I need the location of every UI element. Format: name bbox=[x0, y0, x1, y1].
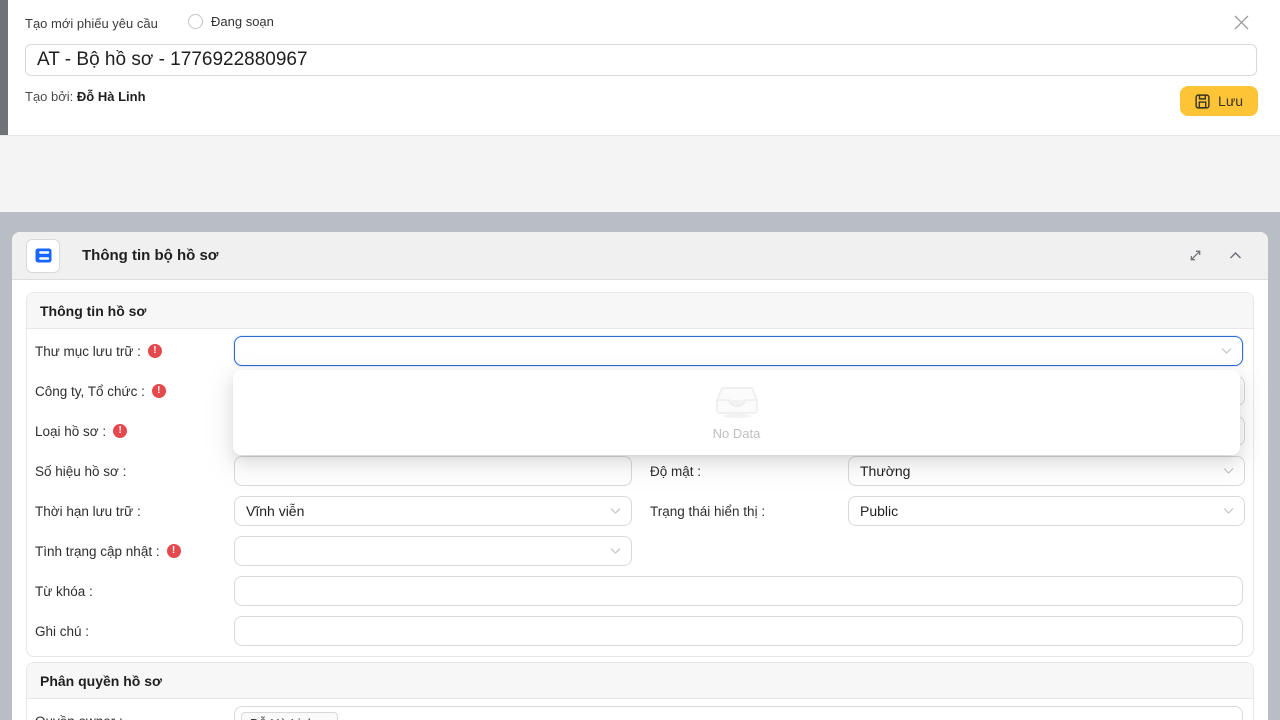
update-status-label: Tình trạng cập nhật : bbox=[35, 544, 160, 559]
drawer-header: Tạo mới phiếu yêu cầu Đang soạn Tạo bởi:… bbox=[8, 0, 1280, 135]
owner-tag[interactable]: Đỗ Hà Linh × bbox=[241, 712, 338, 720]
confidentiality-select[interactable]: Thường bbox=[848, 456, 1245, 486]
required-icon: ! bbox=[152, 384, 166, 398]
no-data-text: No Data bbox=[713, 426, 761, 441]
confidentiality-label: Độ mật : bbox=[650, 464, 848, 479]
expand-icon[interactable] bbox=[1184, 245, 1206, 267]
radio-icon[interactable] bbox=[188, 14, 203, 29]
drawer-title: Tạo mới phiếu yêu cầu bbox=[25, 16, 158, 31]
dossier-panel-icon[interactable] bbox=[26, 239, 60, 273]
owner-tag-label: Đỗ Hà Linh bbox=[250, 716, 315, 720]
created-by-name: Đỗ Hà Linh bbox=[77, 89, 146, 104]
card-permissions: Phân quyền hồ sơ Quyền owner : Đỗ Hà Lin… bbox=[26, 662, 1254, 720]
panel-header: Thông tin bộ hồ sơ bbox=[12, 232, 1268, 280]
chevron-down-icon bbox=[1223, 508, 1234, 515]
doc-type-label: Loại hồ sơ : bbox=[35, 424, 106, 439]
save-button[interactable]: Lưu bbox=[1180, 86, 1258, 116]
folder-label: Thư mục lưu trữ : bbox=[35, 344, 141, 359]
retention-label: Thời hạn lưu trữ : bbox=[35, 504, 141, 519]
update-status-select[interactable] bbox=[234, 536, 632, 566]
card-info-title: Thông tin hồ sơ bbox=[27, 293, 1253, 329]
visibility-label: Trạng thái hiển thị : bbox=[650, 504, 848, 519]
panel-title: Thông tin bộ hồ sơ bbox=[82, 247, 218, 264]
keywords-label: Từ khóa : bbox=[35, 584, 93, 599]
keywords-input[interactable] bbox=[234, 576, 1243, 606]
collapse-chevron-icon[interactable] bbox=[1224, 245, 1246, 267]
required-icon: ! bbox=[113, 424, 127, 438]
doc-number-label: Số hiệu hồ sơ : bbox=[35, 464, 126, 479]
folder-select-dropdown[interactable]: No Data bbox=[233, 370, 1240, 455]
panel-body: Thông tin hồ sơ Thư mục lưu trữ : ! bbox=[12, 280, 1268, 720]
owner-label: Quyền owner : bbox=[35, 714, 123, 720]
status-radio-label: Đang soạn bbox=[211, 14, 274, 29]
notes-input[interactable] bbox=[234, 616, 1243, 646]
confidentiality-value: Thường bbox=[860, 463, 910, 479]
update-status-label-wrap: Tình trạng cập nhật : ! bbox=[27, 544, 234, 559]
owner-label-wrap: Quyền owner : bbox=[27, 706, 234, 720]
company-label: Công ty, Tổ chức : bbox=[35, 384, 145, 399]
card-perm-title: Phân quyền hồ sơ bbox=[27, 663, 1253, 699]
doc-type-label-wrap: Loại hồ sơ : ! bbox=[27, 424, 234, 439]
company-label-wrap: Công ty, Tổ chức : ! bbox=[27, 384, 234, 399]
save-button-label: Lưu bbox=[1218, 93, 1243, 109]
created-by-label: Tạo bởi: bbox=[25, 89, 73, 104]
close-icon[interactable] bbox=[1229, 10, 1253, 34]
empty-box-icon bbox=[714, 384, 760, 418]
doc-number-input[interactable] bbox=[234, 456, 632, 486]
retention-label-wrap: Thời hạn lưu trữ : bbox=[27, 504, 234, 519]
retention-select[interactable]: Vĩnh viễn bbox=[234, 496, 632, 526]
request-name-input[interactable] bbox=[25, 44, 1257, 76]
keywords-label-wrap: Từ khóa : bbox=[27, 584, 234, 599]
card-perm-body: Quyền owner : Đỗ Hà Linh × bbox=[27, 699, 1253, 720]
required-icon: ! bbox=[167, 544, 181, 558]
request-meta-section: Nhóm yêu cầu : Quản lý yêu cầu xử lý hồ … bbox=[0, 135, 1280, 212]
chevron-down-icon bbox=[1221, 348, 1232, 355]
required-icon: ! bbox=[148, 344, 162, 358]
create-request-drawer: Tạo mới phiếu yêu cầu Đang soạn Tạo bởi:… bbox=[0, 0, 1280, 720]
folder-label-wrap: Thư mục lưu trữ : ! bbox=[27, 344, 234, 359]
created-by: Tạo bởi: Đỗ Hà Linh bbox=[25, 89, 146, 104]
chevron-down-icon bbox=[610, 508, 621, 515]
notes-label-wrap: Ghi chú : bbox=[27, 624, 234, 639]
folder-select[interactable] bbox=[234, 336, 1243, 366]
owner-multiselect[interactable]: Đỗ Hà Linh × bbox=[234, 706, 1243, 720]
status-radio-draft[interactable]: Đang soạn bbox=[188, 14, 274, 29]
chevron-down-icon bbox=[1223, 468, 1234, 475]
retention-value: Vĩnh viễn bbox=[246, 503, 304, 519]
page-edge-strip bbox=[0, 0, 8, 135]
notes-label: Ghi chú : bbox=[35, 624, 89, 639]
chevron-down-icon bbox=[610, 548, 621, 555]
doc-number-label-wrap: Số hiệu hồ sơ : bbox=[27, 464, 234, 479]
card-info-body: Thư mục lưu trữ : ! Công ty, Tổ chức : bbox=[27, 329, 1253, 656]
visibility-select[interactable]: Public bbox=[848, 496, 1245, 526]
visibility-value: Public bbox=[860, 503, 898, 519]
card-dossier-info: Thông tin hồ sơ Thư mục lưu trữ : ! bbox=[26, 292, 1254, 657]
save-icon bbox=[1195, 94, 1210, 109]
dossier-info-panel: Thông tin bộ hồ sơ Thông tin hồ sơ bbox=[12, 232, 1268, 720]
